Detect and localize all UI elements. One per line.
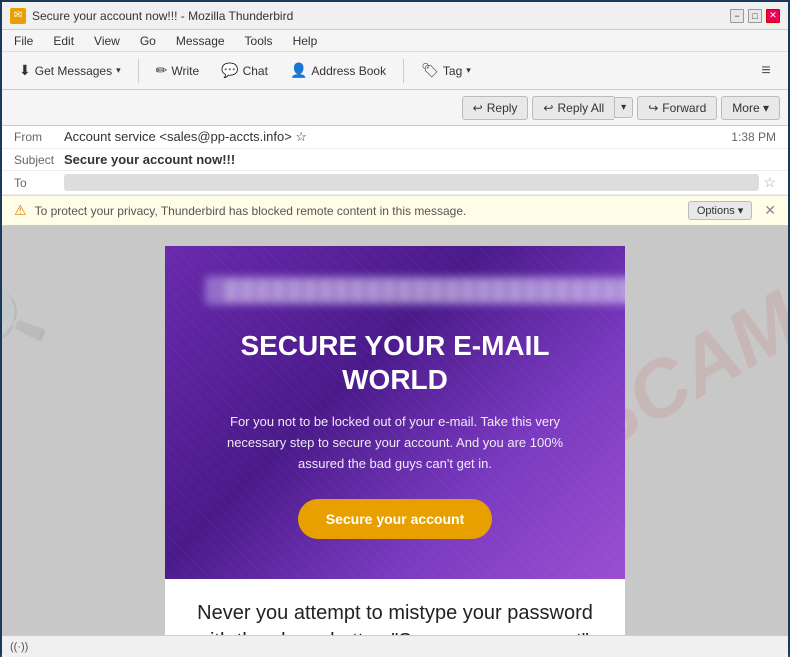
get-messages-label: Get Messages xyxy=(35,64,112,78)
tag-button[interactable]: 🏷 Tag ▾ xyxy=(412,57,480,84)
menu-edit[interactable]: Edit xyxy=(49,32,78,50)
forward-label: Forward xyxy=(662,101,706,115)
chat-label: Chat xyxy=(243,64,268,78)
options-button[interactable]: Options ▾ xyxy=(688,201,752,220)
write-button[interactable]: ✏ Write xyxy=(147,57,209,84)
reply-all-group: ↩ Reply All ▾ xyxy=(532,96,633,120)
below-banner-text: Never you attempt to mistype your passwo… xyxy=(195,599,595,635)
menu-help[interactable]: Help xyxy=(289,32,322,50)
reply-all-arrow[interactable]: ▾ xyxy=(614,97,633,118)
secure-account-button[interactable]: Secure your account xyxy=(298,499,493,539)
forward-button[interactable]: ↪ Forward xyxy=(637,96,717,120)
options-chevron: ▾ xyxy=(738,204,744,217)
email-body-text: For you not to be locked out of your e-m… xyxy=(205,412,585,474)
privacy-banner-text: To protect your privacy, Thunderbird has… xyxy=(35,204,680,218)
menu-file[interactable]: File xyxy=(10,32,37,50)
toolbar: ⬇ Get Messages ▾ ✏ Write 💬 Chat 👤 Addres… xyxy=(2,52,788,90)
to-label: To xyxy=(14,176,64,190)
more-arrow: ▾ xyxy=(763,101,769,115)
email-header: From Account service <sales@pp-accts.inf… xyxy=(2,126,788,196)
menu-go[interactable]: Go xyxy=(136,32,160,50)
reply-icon: ↩ xyxy=(473,101,483,115)
write-label: Write xyxy=(171,64,199,78)
close-banner-icon[interactable]: ✕ xyxy=(764,202,776,219)
subject-row: Subject Secure your account now!!! xyxy=(2,149,788,171)
toolbar-separator-2 xyxy=(403,59,404,83)
window-title: Secure your account now!!! - Mozilla Thu… xyxy=(32,9,730,23)
close-button[interactable]: ✕ xyxy=(766,9,780,23)
reply-label: Reply xyxy=(487,101,518,115)
reply-button[interactable]: ↩ Reply xyxy=(462,96,529,120)
tag-arrow: ▾ xyxy=(466,65,471,76)
to-star-icon[interactable]: ☆ xyxy=(763,174,776,191)
privacy-banner: ⚠ To protect your privacy, Thunderbird h… xyxy=(2,196,788,226)
to-value: ████████████ xyxy=(64,174,759,191)
tag-label: Tag xyxy=(443,64,462,78)
below-banner-section: Never you attempt to mistype your passwo… xyxy=(165,579,625,635)
address-book-icon: 👤 xyxy=(290,62,307,79)
status-bar: ((·)) xyxy=(2,635,788,657)
email-time: 1:38 PM xyxy=(731,130,776,144)
reply-all-icon: ↩ xyxy=(543,101,553,115)
email-scroll-area[interactable]: 🔍 SCAM ████████████████████████████ SECU… xyxy=(2,226,788,635)
get-messages-icon: ⬇ xyxy=(19,62,31,79)
subject-value: Secure your account now!!! xyxy=(64,152,776,167)
menu-bar: File Edit View Go Message Tools Help xyxy=(2,30,788,52)
title-bar: ✉ Secure your account now!!! - Mozilla T… xyxy=(2,2,788,30)
write-icon: ✏ xyxy=(156,62,168,79)
tag-icon: 🏷 xyxy=(421,62,439,79)
app-icon: ✉ xyxy=(10,8,26,24)
options-label: Options xyxy=(697,205,735,217)
menu-tools[interactable]: Tools xyxy=(241,32,277,50)
window-controls: − □ ✕ xyxy=(730,9,780,23)
from-row: From Account service <sales@pp-accts.inf… xyxy=(2,126,788,149)
address-book-label: Address Book xyxy=(311,64,386,78)
blurred-email-display: ████████████████████████████ xyxy=(205,276,625,305)
watermark-text-1: 🔍 xyxy=(2,271,55,376)
toolbar-menu-icon[interactable]: ≡ xyxy=(752,58,780,84)
toolbar-right: ≡ xyxy=(752,58,780,84)
forward-icon: ↪ xyxy=(648,101,658,115)
warning-icon: ⚠ xyxy=(14,202,27,219)
main-window: ✉ Secure your account now!!! - Mozilla T… xyxy=(2,2,788,657)
menu-view[interactable]: View xyxy=(90,32,124,50)
chat-icon: 💬 xyxy=(221,62,238,79)
more-label: More xyxy=(732,101,759,115)
get-messages-arrow: ▾ xyxy=(116,65,121,76)
menu-message[interactable]: Message xyxy=(172,32,229,50)
from-label: From xyxy=(14,130,64,144)
maximize-button[interactable]: □ xyxy=(748,9,762,23)
from-value: Account service <sales@pp-accts.info> ☆ xyxy=(64,129,731,145)
minimize-button[interactable]: − xyxy=(730,9,744,23)
email-promo-banner: ████████████████████████████ SECURE YOUR… xyxy=(165,246,625,579)
chat-button[interactable]: 💬 Chat xyxy=(212,57,277,84)
email-headline: SECURE YOUR E-MAIL WORLD xyxy=(205,329,585,396)
to-row: To ████████████ ☆ xyxy=(2,171,788,195)
more-button[interactable]: More ▾ xyxy=(721,96,780,120)
subject-label: Subject xyxy=(14,153,64,167)
email-content-card: ████████████████████████████ SECURE YOUR… xyxy=(165,246,625,615)
address-book-button[interactable]: 👤 Address Book xyxy=(281,57,395,84)
reply-all-label: Reply All xyxy=(557,101,604,115)
status-icon: ((·)) xyxy=(10,641,28,653)
reply-all-button[interactable]: ↩ Reply All xyxy=(532,96,614,120)
action-bar: ↩ Reply ↩ Reply All ▾ ↪ Forward More ▾ xyxy=(2,90,788,126)
get-messages-button[interactable]: ⬇ Get Messages ▾ xyxy=(10,57,130,84)
toolbar-separator-1 xyxy=(138,59,139,83)
